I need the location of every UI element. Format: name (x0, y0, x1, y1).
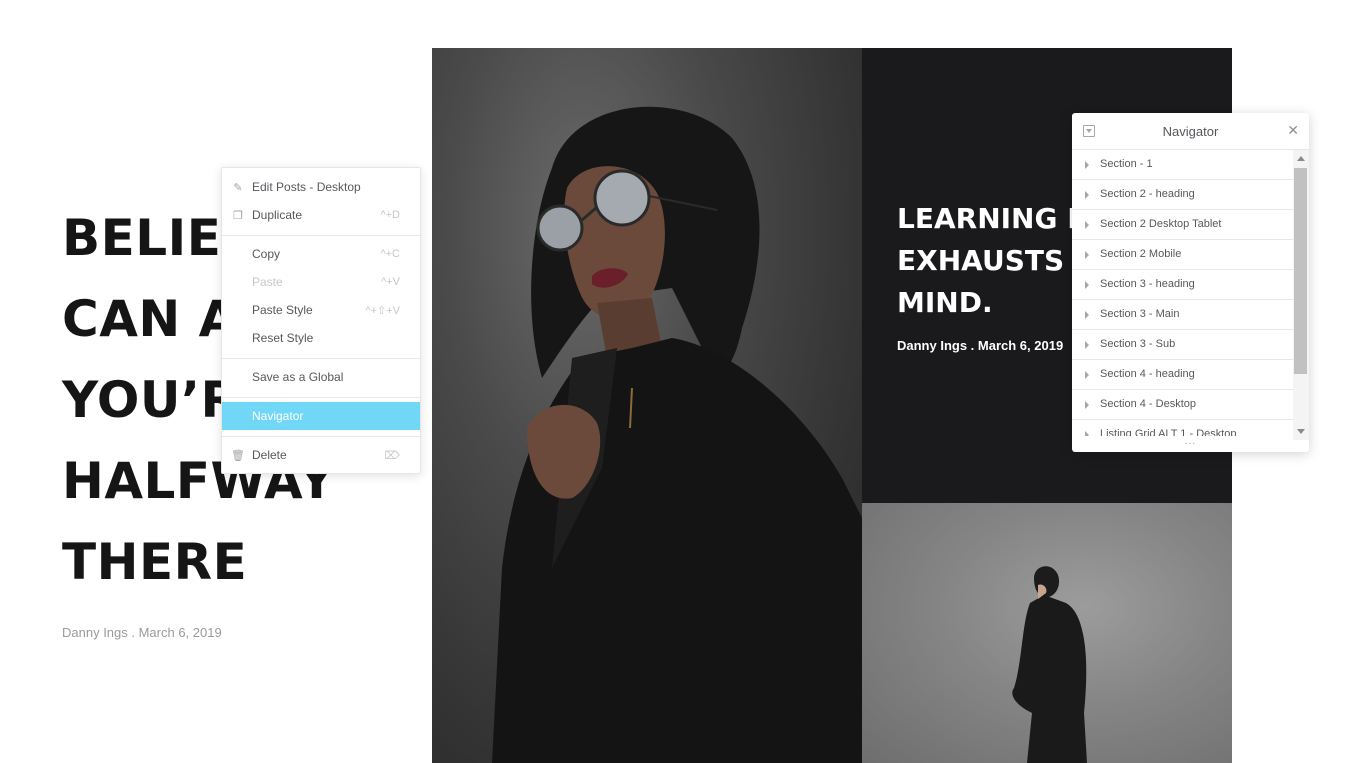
menu-item-label: Reset Style (252, 331, 314, 345)
navigator-panel: Navigator ✕ Section - 1 Section 2 - head… (1072, 113, 1309, 452)
caret-right-icon[interactable] (1085, 251, 1089, 259)
menu-item-duplicate[interactable]: ❐ Duplicate ^+D (222, 201, 420, 229)
navigator-item[interactable]: Section 2 - heading (1072, 180, 1293, 210)
menu-item-label: Delete (252, 448, 287, 462)
navigator-item[interactable]: Section 3 - Main (1072, 300, 1293, 330)
menu-item-label: Paste Style (252, 303, 313, 317)
caret-right-icon[interactable] (1085, 371, 1089, 379)
caret-right-icon[interactable] (1085, 161, 1089, 169)
figure-illustration (1012, 566, 1087, 763)
menu-item-paste-style[interactable]: Paste Style ^+⇧+V (222, 296, 420, 324)
menu-item-shortcut: ^+⇧+V (365, 304, 400, 317)
menu-item-paste: Paste ^+V (222, 268, 420, 296)
resize-handle[interactable]: ... (1072, 437, 1309, 452)
navigator-title: Navigator (1162, 124, 1219, 139)
navigator-list: Section - 1 Section 2 - heading Section … (1072, 150, 1293, 436)
navigator-item-label: Section 4 - heading (1100, 368, 1195, 380)
menu-divider (222, 235, 420, 236)
caret-right-icon[interactable] (1085, 281, 1089, 289)
navigator-item-label: Section 3 - heading (1100, 278, 1195, 290)
menu-item-copy[interactable]: Copy ^+C (222, 240, 420, 268)
hero-title-line: THERE (62, 533, 248, 591)
hero-meta: Danny Ings . March 6, 2019 (62, 625, 222, 640)
menu-item-label: Duplicate (252, 208, 303, 222)
menu-item-save-global[interactable]: Save as a Global (222, 363, 420, 391)
portrait-illustration (492, 106, 862, 763)
navigator-header[interactable]: Navigator ✕ (1072, 113, 1309, 150)
caret-right-icon[interactable] (1085, 401, 1089, 409)
menu-item-reset-style[interactable]: Reset Style (222, 324, 420, 352)
navigator-item[interactable]: Section - 1 (1072, 150, 1293, 180)
menu-item-label: Copy (252, 247, 281, 261)
caret-right-icon[interactable] (1085, 431, 1089, 436)
caret-right-icon[interactable] (1085, 311, 1089, 319)
navigator-item-label: Section 2 - heading (1100, 188, 1195, 200)
navigator-item-label: Section 2 Mobile (1100, 248, 1182, 260)
copy-icon: ❐ (233, 209, 243, 222)
pencil-icon: ✎ (233, 181, 243, 194)
navigator-item[interactable]: Section 3 - heading (1072, 270, 1293, 300)
menu-item-label: Navigator (252, 409, 304, 423)
menu-item-label: Edit Posts - Desktop (252, 180, 361, 194)
caret-right-icon[interactable] (1085, 191, 1089, 199)
navigator-item-label: Listing Grid ALT 1 - Desktop (1100, 428, 1237, 436)
menu-item-edit-posts[interactable]: ✎ Edit Posts - Desktop (222, 173, 420, 201)
navigator-item[interactable]: Section 4 - heading (1072, 360, 1293, 390)
scrollbar-thumb[interactable] (1294, 168, 1307, 374)
menu-divider (222, 397, 420, 398)
menu-divider (222, 436, 420, 437)
caret-right-icon[interactable] (1085, 221, 1089, 229)
navigator-item-label: Section 3 - Main (1100, 308, 1180, 320)
menu-item-label: Save as a Global (252, 370, 344, 384)
menu-item-shortcut: ^+C (380, 248, 400, 260)
navigator-item-label: Section - 1 (1100, 158, 1153, 170)
standing-figure-photo[interactable] (862, 503, 1232, 763)
navigator-item-label: Section 3 - Sub (1100, 338, 1176, 350)
scroll-up-icon[interactable] (1297, 156, 1305, 161)
caret-right-icon[interactable] (1085, 341, 1089, 349)
menu-item-shortcut: ⌦ (384, 449, 400, 462)
menu-divider (222, 358, 420, 359)
navigator-scrollbar[interactable] (1293, 150, 1309, 440)
menu-item-delete[interactable]: 🗑 Delete ⌦ (222, 441, 420, 469)
menu-item-shortcut: ^+V (381, 276, 400, 288)
context-menu: ✎ Edit Posts - Desktop ❐ Duplicate ^+D C… (221, 167, 421, 474)
scroll-down-icon[interactable] (1297, 429, 1305, 434)
menu-item-shortcut: ^+D (380, 209, 400, 221)
navigator-item[interactable]: Section 4 - Desktop (1072, 390, 1293, 420)
trash-icon: 🗑 (231, 449, 245, 462)
navigator-item[interactable]: Section 2 Desktop Tablet (1072, 210, 1293, 240)
navigator-item-label: Section 2 Desktop Tablet (1100, 218, 1222, 230)
navigator-item[interactable]: Section 2 Mobile (1072, 240, 1293, 270)
navigator-item-label: Section 4 - Desktop (1100, 398, 1196, 410)
close-icon[interactable]: ✕ (1287, 122, 1299, 139)
portrait-photo[interactable] (432, 48, 862, 763)
navigator-item[interactable]: Section 3 - Sub (1072, 330, 1293, 360)
card-meta: Danny Ings . March 6, 2019 (897, 338, 1064, 353)
menu-item-navigator[interactable]: Navigator (222, 402, 420, 430)
menu-item-label: Paste (252, 275, 283, 289)
navigator-item[interactable]: Listing Grid ALT 1 - Desktop (1072, 420, 1293, 436)
